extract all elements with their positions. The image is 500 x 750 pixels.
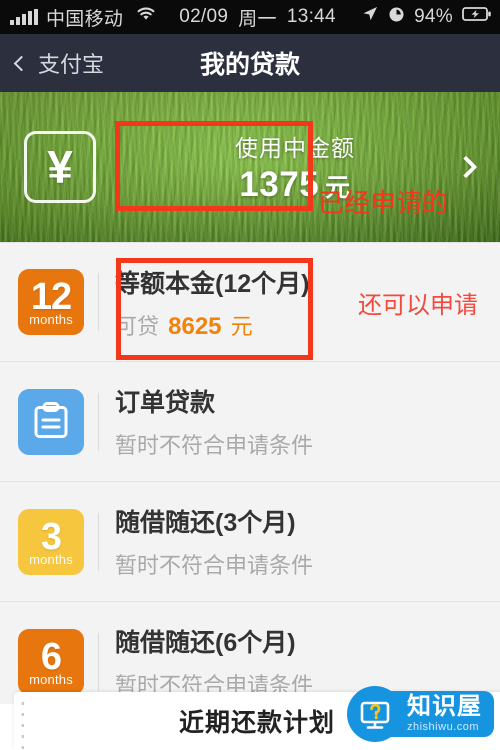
status-bar-left: 中国移动	[10, 4, 157, 31]
status-time: 13:44	[286, 6, 336, 27]
list-item[interactable]: 12 months 等额本金(12个月) 可贷 8625 元 还可以申请	[0, 242, 500, 362]
sheet-left-edge	[0, 704, 14, 750]
status-date: 02/09	[179, 6, 229, 27]
carrier-label: 中国移动	[46, 8, 124, 30]
back-button[interactable]: 支付宝	[0, 47, 104, 79]
badge-number: 3	[40, 515, 62, 558]
loan-text-block: 等额本金(12个月) 可贷 8625 元	[115, 264, 358, 341]
back-button-label: 支付宝	[38, 52, 105, 77]
status-bar-right: 94%	[361, 5, 492, 29]
loan-text-block: 随借随还(3个月) 暂时不符合申请条件	[115, 503, 478, 580]
loan-subtitle: 暂时不符合申请条件	[115, 433, 314, 458]
annotation-text-applied: 已经申请的	[318, 188, 449, 218]
yen-symbol-icon: ¥	[24, 131, 96, 203]
watermark-name: 知识屋	[407, 693, 482, 720]
loan-title: 随借随还(3个月)	[115, 509, 296, 537]
badge-number: 6	[40, 635, 62, 678]
monitor-question-glyph	[360, 701, 390, 729]
divider	[98, 512, 99, 571]
badge-unit: months	[29, 671, 73, 687]
loan-badge-12-months: 12 months	[18, 269, 84, 335]
loan-badge-6-months: 6 months	[18, 628, 84, 695]
loan-subtitle: 暂时不符合申请条件	[115, 553, 314, 578]
divider	[98, 632, 99, 691]
divider	[98, 273, 99, 331]
wifi-icon	[135, 6, 157, 28]
watermark-url: zhishiwu.com	[407, 721, 480, 733]
status-weekday: 周一	[238, 8, 277, 30]
perforation-edge	[20, 698, 24, 750]
alarm-clock-icon	[388, 6, 405, 29]
loan-badge-3-months: 3 months	[18, 508, 84, 575]
repayment-plan-title: 近期还款计划	[178, 709, 335, 737]
phone-screen: 中国移动 02/09 周一 13:44 94% 支付宝 我的贷款 ¥ 使用中金额…	[0, 0, 500, 750]
badge-unit: months	[29, 312, 73, 327]
badge-number: 12	[30, 276, 72, 318]
signal-bars-icon	[10, 8, 38, 25]
loan-list: 12 months 等额本金(12个月) 可贷 8625 元 还可以申请 订单贷…	[0, 242, 500, 722]
yen-glyph: ¥	[47, 141, 73, 193]
list-item[interactable]: 订单贷款 暂时不符合申请条件	[0, 362, 500, 482]
loan-title: 随借随还(6个月)	[115, 629, 296, 657]
location-arrow-icon	[361, 5, 379, 29]
status-bar: 中国移动 02/09 周一 13:44 94%	[0, 0, 500, 34]
badge-unit: months	[29, 551, 73, 567]
list-item[interactable]: 3 months 随借随还(3个月) 暂时不符合申请条件	[0, 482, 500, 602]
battery-charging-icon	[462, 6, 492, 28]
chevron-left-icon	[13, 55, 30, 71]
divider	[98, 392, 99, 451]
loan-available-unit: 元	[230, 313, 253, 339]
battery-percent-label: 94%	[414, 6, 453, 27]
loan-available-prefix: 可贷	[115, 313, 160, 339]
loan-title: 订单贷款	[115, 389, 216, 417]
status-bar-datetime: 02/09 周一 13:44	[179, 4, 336, 31]
loan-title: 等额本金(12个月)	[115, 269, 310, 298]
loan-status-note: 还可以申请	[358, 291, 478, 319]
clipboard-glyph	[34, 401, 68, 438]
loan-available-amount: 8625	[168, 312, 222, 340]
used-amount-label: 使用中金额	[235, 135, 355, 161]
used-amount-value: 1375	[239, 165, 320, 204]
loan-text-block: 订单贷款 暂时不符合申请条件	[115, 383, 478, 460]
monitor-question-icon	[347, 686, 403, 742]
loan-subtitle: 可贷 8625 元	[115, 309, 358, 341]
navigation-bar: 支付宝 我的贷款	[0, 34, 500, 92]
watermark: 知识屋 zhishiwu.com	[347, 686, 494, 742]
clipboard-icon	[18, 388, 84, 455]
